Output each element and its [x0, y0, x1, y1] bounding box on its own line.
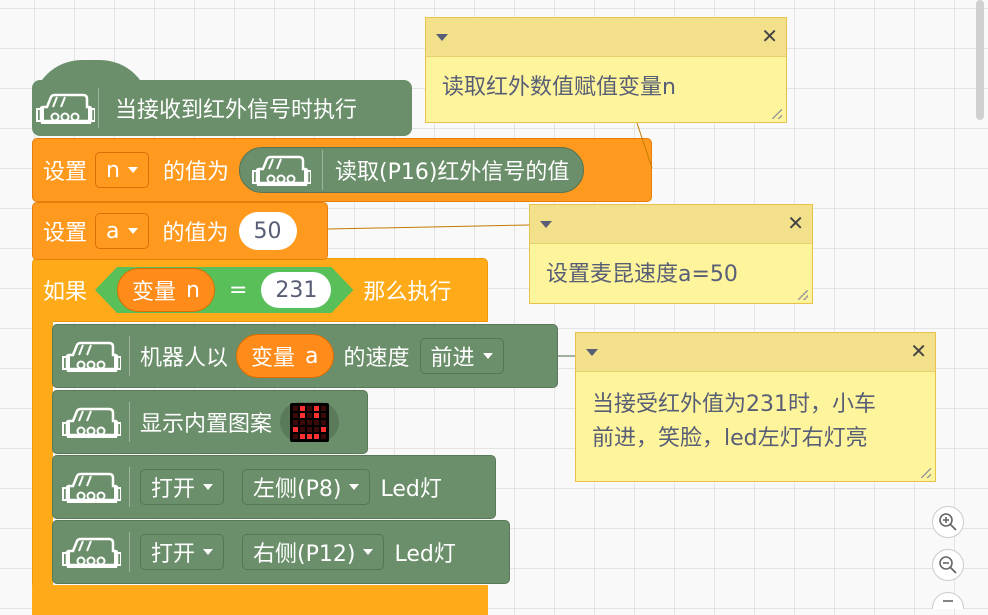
var-label: 变量	[251, 346, 296, 371]
equals-condition[interactable]: 变量 n = 231	[95, 267, 353, 313]
value-label: 的值为	[162, 221, 229, 246]
variable-n-dropdown[interactable]: n	[95, 152, 149, 188]
dropdown-value: n	[106, 157, 120, 183]
collapse-icon[interactable]	[436, 34, 448, 41]
chevron-down-icon	[127, 167, 138, 173]
compare-value-input[interactable]: 231	[261, 272, 331, 308]
scrollbar[interactable]	[976, 0, 984, 120]
dropdown-value: 前进	[430, 346, 475, 371]
dropdown-value: 打开	[151, 477, 196, 502]
close-icon[interactable]: ✕	[910, 339, 927, 363]
equals-sign: =	[228, 277, 248, 303]
comment-header[interactable]: ✕	[426, 18, 786, 57]
close-icon[interactable]: ✕	[787, 211, 804, 235]
smiley-icon	[290, 402, 330, 442]
var-label: 变量	[132, 280, 177, 305]
robot-move-block[interactable]: 机器人以 变量 a 的速度 前进	[52, 324, 558, 388]
show-icon-label: 显示内置图案	[140, 412, 273, 437]
var-a-name: a	[305, 343, 319, 369]
zoom-out-button[interactable]	[932, 549, 964, 581]
led-side-dropdown[interactable]: 左侧(P8)	[242, 469, 371, 505]
dropdown-value: 左侧(P8)	[253, 477, 342, 502]
robot-car-icon	[53, 336, 130, 376]
zoom-in-button[interactable]	[932, 506, 964, 538]
dropdown-value: 打开	[151, 542, 196, 567]
chevron-down-icon	[127, 228, 138, 234]
hat-label: 当接收到红外信号时执行	[115, 98, 358, 123]
if-block-bottom	[32, 585, 488, 615]
resize-handle-icon[interactable]	[921, 468, 931, 478]
right-led-block[interactable]: 打开 右侧(P12) Led灯	[52, 520, 510, 584]
robot-car-icon	[53, 402, 130, 442]
close-icon[interactable]: ✕	[761, 24, 778, 48]
state-dropdown[interactable]: 打开	[140, 534, 225, 570]
chevron-down-icon	[349, 484, 360, 490]
resize-handle-icon[interactable]	[772, 109, 782, 119]
chevron-down-icon	[363, 549, 374, 555]
state-dropdown[interactable]: 打开	[140, 469, 225, 505]
chevron-down-icon	[203, 484, 214, 490]
chevron-down-icon	[482, 353, 493, 359]
comment-line: 当接受红外值为231时，小车	[592, 392, 876, 417]
zoom-reset-icon	[943, 600, 953, 602]
dropdown-value: 右侧(P12)	[253, 542, 356, 567]
robot-car-icon	[240, 150, 323, 190]
set-n-block[interactable]: 设置 n 的值为 读取(P16)红外信号的值	[32, 138, 652, 202]
set-a-block[interactable]: 设置 a 的值为 50	[32, 202, 328, 260]
robot-label: 机器人以	[140, 346, 229, 371]
variable-a-dropdown[interactable]: a	[95, 213, 149, 249]
variable-n-reporter[interactable]: 变量 n	[117, 268, 215, 312]
resize-handle-icon[interactable]	[798, 290, 808, 300]
comment-text[interactable]: 读取红外数值赋值变量n	[426, 57, 786, 105]
speed-label: 的速度	[343, 346, 410, 371]
if-label: 如果	[43, 280, 88, 305]
led-label: Led灯	[394, 542, 456, 567]
zoom-reset-button[interactable]	[932, 592, 964, 609]
robot-car-icon	[53, 467, 130, 507]
comment-text[interactable]: 当接受红外值为231时，小车 前进，笑脸，led左灯右灯亮	[576, 372, 935, 456]
direction-dropdown[interactable]: 前进	[419, 338, 504, 374]
left-led-block[interactable]: 打开 左侧(P8) Led灯	[52, 455, 496, 519]
if-block[interactable]: 如果 变量 n = 231 那么执行	[32, 258, 488, 322]
led-side-dropdown[interactable]: 右侧(P12)	[242, 534, 385, 570]
robot-car-icon	[32, 88, 99, 128]
collapse-icon[interactable]	[540, 221, 552, 228]
if-block-arm	[32, 320, 53, 609]
comment-line: 前进，笑脸，led左灯右灯亮	[592, 426, 868, 451]
comment-header[interactable]: ✕	[576, 333, 935, 372]
variable-a-reporter[interactable]: 变量 a	[236, 334, 334, 378]
dropdown-value: a	[106, 218, 120, 244]
then-label: 那么执行	[363, 280, 452, 305]
comment-text[interactable]: 设置麦昆速度a=50	[530, 244, 812, 292]
comment-read-ir[interactable]: ✕ 读取红外数值赋值变量n	[425, 17, 787, 123]
collapse-icon[interactable]	[586, 349, 598, 356]
robot-car-icon	[53, 532, 130, 572]
zoom-in-icon	[939, 513, 957, 531]
when-ir-received-block[interactable]: 当接收到红外信号时执行	[32, 80, 412, 136]
comment-ir-231[interactable]: ✕ 当接受红外值为231时，小车 前进，笑脸，led左灯右灯亮	[575, 332, 936, 482]
var-n-name: n	[186, 277, 200, 303]
led-label: Led灯	[380, 477, 442, 502]
speed-value-input[interactable]: 50	[238, 212, 297, 250]
read-ir-label: 读取(P16)红外信号的值	[334, 160, 570, 185]
comment-header[interactable]: ✕	[530, 205, 812, 244]
show-icon-block[interactable]: 显示内置图案	[52, 390, 368, 454]
value-label: 的值为	[162, 160, 229, 185]
comment-speed[interactable]: ✕ 设置麦昆速度a=50	[529, 204, 813, 304]
set-label: 设置	[43, 221, 88, 246]
chevron-down-icon	[203, 549, 214, 555]
icon-picker[interactable]	[280, 402, 340, 442]
read-ir-reporter[interactable]: 读取(P16)红外信号的值	[238, 147, 585, 193]
set-label: 设置	[43, 160, 88, 185]
zoom-out-icon	[939, 556, 957, 574]
